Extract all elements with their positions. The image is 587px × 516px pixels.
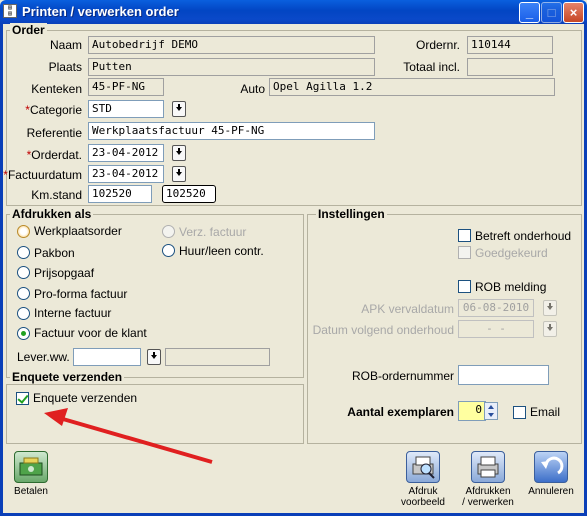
kmstand-label: Km.stand [31,188,82,202]
exemplaren-spinner-icon[interactable] [484,402,498,420]
enquete-checkbox[interactable] [16,392,29,405]
leverww-dropdown-icon[interactable] [147,349,161,365]
enquete-section-title: Enquete verzenden [10,370,125,384]
order-section-title: Order [10,23,47,37]
radio-label-interne-factuur[interactable]: Interne factuur [34,306,111,320]
naam-field: Autobedrijf DEMO [88,36,375,54]
annuleren-button[interactable]: Annuleren [526,451,576,497]
betalen-label: Betalen [14,486,48,497]
radio-label-factuur-klant[interactable]: Factuur voor de klant [34,326,147,340]
kenteken-label: Kenteken [31,82,82,96]
radio-interne-factuur[interactable] [17,307,30,320]
auto-label: Auto [240,82,265,96]
factuurdatum-input[interactable]: 23-04-2012 [88,165,164,183]
totaal-field [467,58,553,76]
leverww-input[interactable] [73,348,141,366]
instellingen-section-title: Instellingen [316,207,387,221]
window-title: Printen / verwerken order [22,4,179,19]
radio-label-prijsopgaaf[interactable]: Prijsopgaaf [34,266,94,280]
orderdat-input[interactable]: 23-04-2012 [88,144,164,162]
app-report-icon: ▤ ▤ [3,4,17,18]
maximize-button[interactable]: □ [541,2,562,23]
afdruk-voorbeeld-button[interactable]: Afdruk voorbeeld [398,451,448,508]
categorie-dropdown-icon[interactable] [172,101,186,117]
aantal-exemplaren-label: Aantal exemplaren [347,405,454,419]
radio-factuur-klant[interactable] [17,327,30,340]
datum-field: - - [458,320,534,338]
categorie-input[interactable]: STD [88,100,164,118]
plaats-field: Putten [88,58,375,76]
afdrukken-label-2: / verwerken [462,497,514,508]
annuleren-label: Annuleren [528,486,574,497]
radio-pakbon[interactable] [17,246,30,259]
title-bar: ▤ ▤ Printen / verwerken order _ □ × [0,0,587,24]
radio-label-werkplaatsorder[interactable]: Werkplaatsorder [34,224,122,238]
ordernr-field: 110144 [467,36,553,54]
apk-label: APK vervaldatum [361,302,454,316]
email-checkbox[interactable] [513,406,526,419]
afdrukken-label-1: Afdrukken [465,486,511,497]
plaats-label: Plaats [48,60,82,74]
undo-icon [534,451,568,483]
ordernr-label: Ordernr. [415,38,460,52]
apk-dropdown-icon[interactable] [543,300,557,316]
radio-label-pakbon[interactable]: Pakbon [34,246,75,260]
orderdat-label: *Orderdat. [26,148,82,162]
afdruk-voorbeeld-label-2: voorbeeld [401,497,445,508]
rob-melding-checkbox[interactable] [458,280,471,293]
goedgekeurd-label[interactable]: Goedgekeurd [475,246,548,260]
datum-dropdown-icon[interactable] [543,321,557,337]
apk-field: 06-08-2010 [458,299,534,317]
radio-werkplaatsorder[interactable] [17,225,30,238]
rob-ordernummer-label: ROB-ordernummer [351,369,454,383]
leverww-description-field [165,348,270,366]
kmstand-button[interactable]: 102520 [162,185,216,203]
naam-label: Naam [49,38,82,52]
categorie-label: *Categorie [25,103,82,117]
aantal-exemplaren-input[interactable]: 0 [458,401,486,421]
kmstand-input[interactable]: 102520 [88,185,152,203]
betalen-button[interactable]: Betalen [10,451,52,497]
afdruk-voorbeeld-label-1: Afdruk [408,486,438,497]
betreft-onderhoud-label[interactable]: Betreft onderhoud [475,229,571,243]
printer-icon [471,451,505,483]
rob-melding-label[interactable]: ROB melding [475,280,546,294]
referentie-input[interactable]: Werkplaatsfactuur 45-PF-NG [88,122,375,140]
afdrukken-section-title: Afdrukken als [10,207,94,221]
minimize-button[interactable]: _ [519,2,540,23]
radio-label-huur-leen[interactable]: Huur/leen contr. [179,244,264,258]
radio-pro-forma[interactable] [17,287,30,300]
print-preview-icon [406,451,440,483]
radio-verz-factuur[interactable] [162,225,175,238]
goedgekeurd-checkbox[interactable] [458,246,471,259]
radio-label-pro-forma[interactable]: Pro-forma factuur [34,287,127,301]
factuurdatum-label: *Factuurdatum [3,168,82,182]
referentie-label: Referentie [26,126,82,140]
leverww-label: Lever.ww. [17,350,70,364]
close-button[interactable]: × [563,2,584,23]
email-label[interactable]: Email [530,405,560,419]
afdrukken-verwerken-button[interactable]: Afdrukken / verwerken [460,451,516,508]
datum-label: Datum volgend onderhoud [312,323,454,337]
totaal-label: Totaal incl. [403,60,460,74]
betreft-onderhoud-checkbox[interactable] [458,229,471,242]
radio-prijsopgaaf[interactable] [17,266,30,279]
annotation-arrow-icon [44,408,213,464]
auto-field: Opel Agilla 1.2 [269,78,555,96]
radio-huur-leen[interactable] [162,244,175,257]
kenteken-field: 45-PF-NG [88,78,164,96]
rob-ordernummer-input[interactable] [458,365,549,385]
radio-label-verz-factuur[interactable]: Verz. factuur [179,225,246,239]
payment-icon [14,451,48,483]
orderdat-dropdown-icon[interactable] [172,145,186,161]
factuurdatum-dropdown-icon[interactable] [172,166,186,182]
